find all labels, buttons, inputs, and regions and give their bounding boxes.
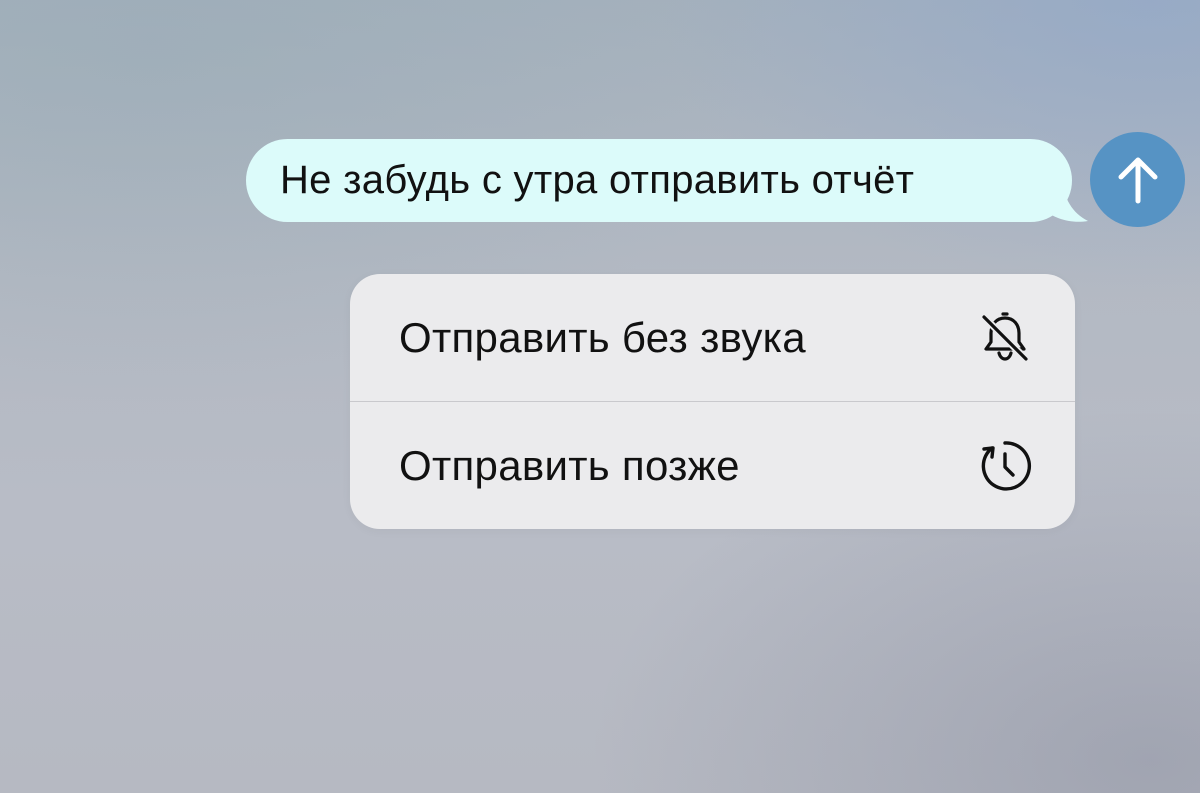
send-button[interactable] xyxy=(1090,132,1185,227)
bell-slash-icon xyxy=(977,310,1033,366)
message-bubble[interactable]: Не забудь с утра отправить отчёт xyxy=(246,139,1072,222)
send-options-menu: Отправить без звука Отправить позже xyxy=(350,274,1075,529)
arrow-up-icon xyxy=(1118,157,1157,203)
menu-item-send-silently[interactable]: Отправить без звука xyxy=(350,274,1075,401)
menu-item-send-later[interactable]: Отправить позже xyxy=(350,402,1075,529)
message-text: Не забудь с утра отправить отчёт xyxy=(280,158,915,202)
menu-item-label: Отправить позже xyxy=(399,441,740,489)
clock-icon xyxy=(977,438,1033,494)
bubble-tail xyxy=(1040,180,1088,222)
menu-item-label: Отправить без звука xyxy=(399,313,806,361)
